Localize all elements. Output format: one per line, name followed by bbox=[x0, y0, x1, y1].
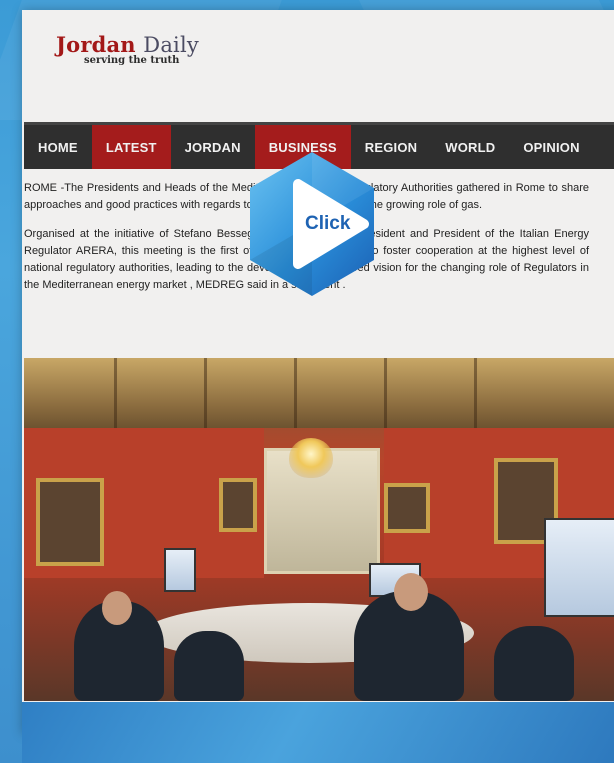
photo-chandelier bbox=[289, 438, 333, 478]
photo-beam bbox=[474, 358, 477, 428]
brand-name: Jordan Daily bbox=[56, 32, 199, 57]
photo-attendees bbox=[24, 571, 614, 701]
nav-opinion[interactable]: OPINION bbox=[509, 125, 593, 169]
photo-head bbox=[394, 573, 428, 611]
nav-world[interactable]: WORLD bbox=[431, 125, 509, 169]
nav-home[interactable]: HOME bbox=[24, 125, 92, 169]
photo-ceiling bbox=[24, 358, 614, 428]
nav-latest[interactable]: LATEST bbox=[91, 125, 171, 169]
brand-name-accent: Jordan bbox=[56, 32, 136, 57]
photo-beam bbox=[294, 358, 297, 428]
photo-beam bbox=[384, 358, 387, 428]
site-logo[interactable]: Jordan Daily serving the truth bbox=[56, 32, 199, 66]
photo-head bbox=[102, 591, 132, 625]
brand-name-rest: Daily bbox=[143, 33, 199, 57]
nav-jordan[interactable]: JORDAN bbox=[171, 125, 255, 169]
footer-band bbox=[22, 702, 614, 763]
photo-beam bbox=[114, 358, 117, 428]
photo-painting bbox=[384, 483, 430, 533]
photo-person bbox=[494, 626, 574, 701]
photo-person bbox=[174, 631, 244, 701]
article-photo bbox=[24, 358, 614, 701]
photo-painting bbox=[219, 478, 257, 532]
photo-beam bbox=[204, 358, 207, 428]
play-label[interactable]: Click bbox=[305, 213, 350, 235]
photo-painting bbox=[36, 478, 104, 566]
